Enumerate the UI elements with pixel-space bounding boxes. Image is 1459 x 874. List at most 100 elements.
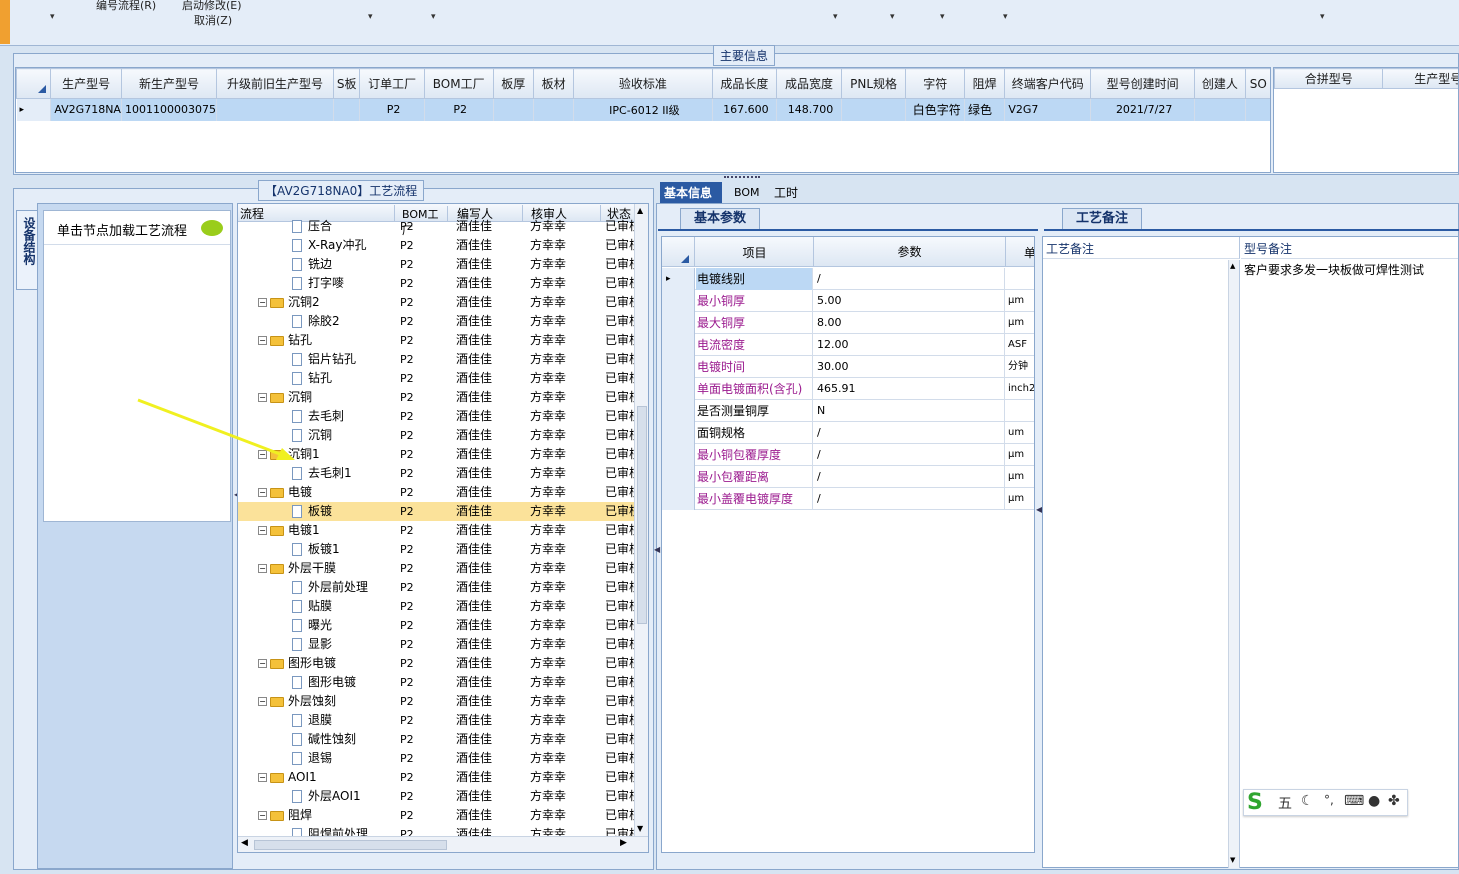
dropdown-arrow-icon[interactable]: ▾ xyxy=(368,12,373,22)
row-header[interactable]: ▸ xyxy=(662,268,695,290)
params-hscrollbar[interactable]: ◀ ▶ xyxy=(662,852,1035,853)
param-value[interactable]: 8.00 xyxy=(814,312,1005,334)
tree-hscrollbar[interactable]: ◀ ▶ xyxy=(238,836,648,852)
param-value[interactable]: 465.91 xyxy=(814,378,1005,400)
col-new-model[interactable]: 新生产型号 xyxy=(121,68,217,99)
menu-number-flow[interactable]: 编号流程(R) xyxy=(96,0,156,13)
param-row[interactable]: 最大铜厚 8.00 μm xyxy=(662,312,1034,334)
tree-node[interactable]: 外层AOI1 P2 酒佳佳 方幸幸 已审核 xyxy=(238,787,641,806)
col-old-model[interactable]: 升级前旧生产型号 xyxy=(215,68,335,99)
collapse-node-icon[interactable]: − xyxy=(258,488,267,497)
row-header[interactable] xyxy=(662,422,695,444)
col-item[interactable]: 项目 xyxy=(696,244,813,261)
param-value[interactable]: 30.00 xyxy=(814,356,1005,378)
table-row[interactable]: ▸ AV2G718NA0 10011000030750 P2 P2 IPC-60… xyxy=(16,98,1270,121)
splitter-handle[interactable] xyxy=(724,176,760,179)
ime-toolbar[interactable]: S 五 ☾ °, ⌨ ● ✤ xyxy=(1243,789,1408,816)
collapse-node-icon[interactable]: − xyxy=(258,564,267,573)
col-char[interactable]: 字符 xyxy=(905,68,965,99)
tree-node[interactable]: 打字嘜 P2 酒佳佳 方幸幸 已审核 xyxy=(238,274,641,293)
col-unit[interactable]: 单位 xyxy=(1024,244,1034,261)
param-row[interactable]: 面铜规格 / um xyxy=(662,422,1034,444)
param-row[interactable]: 最小包覆距离 / μm xyxy=(662,466,1034,488)
row-header[interactable] xyxy=(662,290,695,312)
collapse-middle-icon[interactable]: ◀ xyxy=(654,545,660,554)
tree-node[interactable]: − 外层蚀刻 P2 酒佳佳 方幸幸 已审核 xyxy=(238,692,641,711)
dropdown-arrow-icon[interactable]: ▾ xyxy=(940,12,945,22)
tree-node[interactable]: − AOI1 P2 酒佳佳 方幸幸 已审核 xyxy=(238,768,641,787)
tree-node[interactable]: 铝片钻孔 P2 酒佳佳 方幸幸 已审核 xyxy=(238,350,641,369)
col-creator[interactable]: 创建人 xyxy=(1194,68,1246,99)
col-param[interactable]: 参数 xyxy=(813,237,1006,267)
col-pnl[interactable]: PNL规格 xyxy=(840,68,907,99)
param-row[interactable]: 单面电镀面积(含孔) 465.91 inch2 xyxy=(662,378,1034,400)
col-created-time[interactable]: 型号创建时间 xyxy=(1090,68,1196,99)
tree-node[interactable]: 贴膜 P2 酒佳佳 方幸幸 已审核 xyxy=(238,597,641,616)
col-material[interactable]: 板材 xyxy=(532,68,575,99)
col-standard[interactable]: 验收标准 xyxy=(573,68,713,99)
process-remark-tab[interactable]: 工艺备注 xyxy=(1062,208,1142,230)
tree-node[interactable]: 外层前处理 P2 酒佳佳 方幸幸 已审核 xyxy=(238,578,641,597)
row-header[interactable] xyxy=(662,444,695,466)
tree-node[interactable]: − 图形电镀 P2 酒佳佳 方幸幸 已审核 xyxy=(238,654,641,673)
param-row[interactable]: 电镀时间 30.00 分钟 xyxy=(662,356,1034,378)
tree-node[interactable]: 钻孔 P2 酒佳佳 方幸幸 已审核 xyxy=(238,369,641,388)
process-remark-text[interactable] xyxy=(1043,260,1228,868)
model-remark-text[interactable]: 客户要求多发一块板做可焊性测试 xyxy=(1244,261,1424,278)
col-thickness[interactable]: 板厚 xyxy=(492,68,534,99)
collapse-node-icon[interactable]: − xyxy=(258,697,267,706)
tree-node[interactable]: 退锡 P2 酒佳佳 方幸幸 已审核 xyxy=(238,749,641,768)
col-customer-code[interactable]: 终端客户代码 xyxy=(1004,68,1092,99)
collapse-node-icon[interactable]: − xyxy=(258,811,267,820)
tree-node[interactable]: 板镀 P2 酒佳佳 方幸幸 已审核 xyxy=(238,502,641,521)
ime-mode[interactable]: 五 xyxy=(1278,793,1292,813)
row-header[interactable] xyxy=(662,312,695,334)
tree-node[interactable]: 板镀1 P2 酒佳佳 方幸幸 已审核 xyxy=(238,540,641,559)
tree-node[interactable]: 图形电镀 P2 酒佳佳 方幸幸 已审核 xyxy=(238,673,641,692)
col-merge-model[interactable]: 合拼型号 xyxy=(1274,68,1384,89)
dropdown-arrow-icon[interactable]: ▾ xyxy=(431,12,436,22)
param-value[interactable]: / xyxy=(814,268,1005,290)
user-icon[interactable]: ● xyxy=(1368,793,1380,809)
param-value[interactable]: 12.00 xyxy=(814,334,1005,356)
row-header[interactable] xyxy=(662,400,695,422)
tree-vscrollbar[interactable]: ▲ ▼ xyxy=(634,204,648,836)
row-header[interactable] xyxy=(662,378,695,400)
param-row[interactable]: 最小铜厚 5.00 μm xyxy=(662,290,1034,312)
tab-basic-info[interactable]: 基本信息 xyxy=(660,182,722,204)
menu-cancel[interactable]: 取消(Z) xyxy=(194,12,232,28)
collapse-node-icon[interactable]: − xyxy=(258,773,267,782)
row-header[interactable] xyxy=(662,488,695,510)
row-header[interactable] xyxy=(662,466,695,488)
tree-node[interactable]: − 钻孔 P2 酒佳佳 方幸幸 已审核 xyxy=(238,331,641,350)
collapse-node-icon[interactable]: − xyxy=(258,526,267,535)
col-order-factory[interactable]: 订单工厂 xyxy=(359,68,425,99)
param-value[interactable]: 5.00 xyxy=(814,290,1005,312)
param-value[interactable]: / xyxy=(814,422,1005,444)
tree-node[interactable]: − 沉铜2 P2 酒佳佳 方幸幸 已审核 xyxy=(238,293,641,312)
col-merge-production-model[interactable]: 生产型号 xyxy=(1382,68,1458,89)
param-value[interactable]: N xyxy=(814,400,1005,422)
col-mask[interactable]: 阻焊 xyxy=(963,68,1006,99)
tree-node[interactable]: − 电镀 P2 酒佳佳 方幸幸 已审核 xyxy=(238,483,641,502)
moon-icon[interactable]: ☾ xyxy=(1301,793,1314,809)
col-s-board[interactable]: S板 xyxy=(333,68,361,99)
tree-node[interactable]: 铣边 P2 酒佳佳 方幸幸 已审核 xyxy=(238,255,641,274)
param-row[interactable]: 电流密度 12.00 ASF xyxy=(662,334,1034,356)
collapse-node-icon[interactable]: − xyxy=(258,659,267,668)
param-value[interactable]: / xyxy=(814,488,1005,510)
param-row[interactable]: 最小盖覆电镀厚度 / μm xyxy=(662,488,1034,510)
dropdown-arrow-icon[interactable]: ▾ xyxy=(1320,12,1325,22)
col-so[interactable]: SO xyxy=(1244,68,1270,99)
row-header[interactable] xyxy=(662,356,695,378)
tree-node[interactable]: 除胶2 P2 酒佳佳 方幸幸 已审核 xyxy=(238,312,641,331)
tree-node[interactable]: − 阻焊 P2 酒佳佳 方幸幸 已审核 xyxy=(238,806,641,825)
remark-vscrollbar[interactable]: ▲ ▼ xyxy=(1228,260,1240,868)
collapse-node-icon[interactable]: − xyxy=(258,298,267,307)
param-value[interactable]: / xyxy=(814,466,1005,488)
col-length[interactable]: 成品长度 xyxy=(711,68,778,99)
tree-node[interactable]: 显影 P2 酒佳佳 方幸幸 已审核 xyxy=(238,635,641,654)
col-model[interactable]: 生产型号 xyxy=(50,68,122,99)
param-row[interactable]: 最小铜包覆厚度 / μm xyxy=(662,444,1034,466)
params-corner[interactable] xyxy=(662,237,695,267)
